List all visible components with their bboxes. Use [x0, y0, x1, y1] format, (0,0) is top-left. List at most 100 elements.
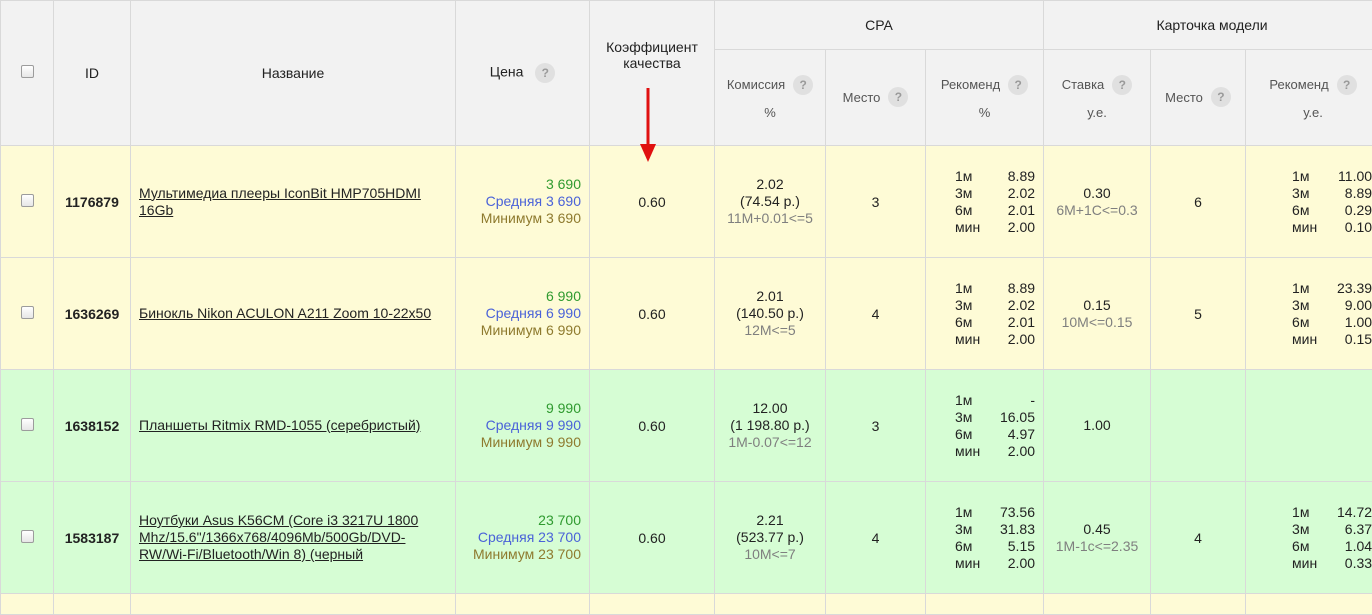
product-name-link[interactable]: Бинокль Nikon ACULON A211 Zoom 10-22x50	[139, 305, 431, 321]
card-recommend-unit: у.е.	[1246, 105, 1372, 120]
rec-period: мин	[955, 331, 991, 348]
col-header-id[interactable]: ID	[54, 1, 131, 146]
product-name-link[interactable]: Ноутбуки Asus K56CM (Core i3 3217U 1800 …	[139, 512, 418, 562]
rec-value: 2.02	[991, 185, 1035, 202]
select-all-checkbox[interactable]	[21, 65, 34, 78]
empty-cell	[131, 594, 456, 615]
rec-line: 6м5.15	[926, 538, 1043, 555]
cpa-place-label[interactable]: Место	[843, 90, 881, 105]
help-icon[interactable]: ?	[535, 63, 555, 83]
rec-line: 1м8.89	[926, 168, 1043, 185]
cpa-recommend-cell: 1м8.893м2.026м2.01мин2.00	[926, 146, 1044, 258]
product-name-link[interactable]: Планшеты Ritmix RMD-1055 (серебристый)	[139, 417, 420, 433]
products-table: ID Название Цена ? Коэффициент качества …	[0, 0, 1372, 615]
cpa-commission-rub: (140.50 р.)	[715, 305, 825, 322]
rec-value: 2.01	[991, 202, 1035, 219]
card-place-label[interactable]: Место	[1165, 90, 1203, 105]
empty-cell	[926, 594, 1044, 615]
price-value: 9 990	[456, 400, 581, 417]
product-name-cell: Бинокль Nikon ACULON A211 Zoom 10-22x50	[131, 258, 456, 370]
rec-value: 5.15	[991, 538, 1035, 555]
col-header-card-place: Место ?	[1151, 49, 1246, 145]
cpa-commission-rub: (1 198.80 р.)	[715, 417, 825, 434]
rec-value: 2.01	[991, 314, 1035, 331]
help-icon[interactable]: ?	[1112, 75, 1132, 95]
card-bid-label[interactable]: Ставка	[1062, 77, 1105, 92]
cpa-recommend-label[interactable]: Рекоменд	[941, 77, 1000, 92]
row-checkbox[interactable]	[21, 306, 34, 319]
help-icon[interactable]: ?	[1337, 75, 1357, 95]
cpa-commission-formula: 11М+0.01<=5	[715, 210, 825, 227]
rec-line: 6м2.01	[926, 314, 1043, 331]
cpa-commission-value: 2.01	[715, 288, 825, 305]
rec-value: 16.05	[991, 409, 1035, 426]
cpa-commission-rub: (523.77 р.)	[715, 529, 825, 546]
rec-line: мин2.00	[926, 555, 1043, 572]
card-bid-unit: у.е.	[1044, 105, 1150, 120]
rec-line: 1м11.00	[1246, 168, 1372, 185]
col-header-name[interactable]: Название	[131, 1, 456, 146]
rec-period: 6м	[955, 538, 991, 555]
product-name-cell: Планшеты Ritmix RMD-1055 (серебристый)	[131, 370, 456, 482]
card-bid-cell: 0.306М+1С<=0.3	[1044, 146, 1151, 258]
rec-value: 8.89	[991, 280, 1035, 297]
col-header-quality-line1[interactable]: Коэффициент	[606, 39, 698, 55]
rec-period: мин	[955, 443, 991, 460]
cpa-commission-value: 2.21	[715, 512, 825, 529]
card-bid-cell: 0.451М-1с<=2.35	[1044, 482, 1151, 594]
rec-period: мин	[955, 555, 991, 572]
row-checkbox[interactable]	[21, 194, 34, 207]
card-bid-value: 0.45	[1044, 521, 1150, 538]
rec-value: 0.33	[1328, 555, 1372, 572]
row-checkbox[interactable]	[21, 530, 34, 543]
rec-line: 1м14.72	[1246, 504, 1372, 521]
rec-period: 6м	[955, 426, 991, 443]
col-header-quality-line2[interactable]: качества	[623, 55, 680, 71]
select-all-cell	[1, 1, 54, 146]
card-recommend-label[interactable]: Рекоменд	[1269, 77, 1328, 92]
rec-period: 1м	[1292, 280, 1328, 297]
help-icon[interactable]: ?	[1008, 75, 1028, 95]
product-name-cell: Ноутбуки Asus K56CM (Core i3 3217U 1800 …	[131, 482, 456, 594]
rec-period: 1м	[1292, 168, 1328, 185]
empty-cell	[1044, 594, 1151, 615]
rec-period: 1м	[955, 168, 991, 185]
rec-line: мин2.00	[926, 443, 1043, 460]
empty-cell	[1246, 594, 1372, 615]
quality-coefficient: 0.60	[590, 370, 715, 482]
col-header-price-label[interactable]: Цена	[490, 64, 524, 80]
cpa-commission-value: 12.00	[715, 400, 825, 417]
price-cell: 9 990Средняя 9 990Минимум 9 990	[456, 370, 590, 482]
help-icon[interactable]: ?	[888, 87, 908, 107]
rec-line: 3м8.89	[1246, 185, 1372, 202]
card-bid-value: 0.30	[1044, 185, 1150, 202]
rec-value: 1.00	[1328, 314, 1372, 331]
rec-value: 14.72	[1328, 504, 1372, 521]
product-name-link[interactable]: Мультимедиа плееры IconBit HMP705HDMI 16…	[139, 185, 421, 218]
card-bid-cell: 1.00	[1044, 370, 1151, 482]
cpa-commission-formula: 12М<=5	[715, 322, 825, 339]
price-cell: 23 700Средняя 23 700Минимум 23 700	[456, 482, 590, 594]
row-checkbox[interactable]	[21, 418, 34, 431]
card-bid-formula: 10М<=0.15	[1044, 314, 1150, 331]
quality-coefficient: 0.60	[590, 258, 715, 370]
rec-line: мин2.00	[926, 331, 1043, 348]
rec-line: 1м8.89	[926, 280, 1043, 297]
quality-coefficient: 0.60	[590, 482, 715, 594]
table-row: 1638152Планшеты Ritmix RMD-1055 (серебри…	[1, 370, 1372, 482]
help-icon[interactable]: ?	[793, 75, 813, 95]
rec-value: 0.10	[1328, 219, 1372, 236]
rec-period: 1м	[1292, 504, 1328, 521]
rec-value: 8.89	[1328, 185, 1372, 202]
price-cell: 3 690Средняя 3 690Минимум 3 690	[456, 146, 590, 258]
card-place: 5	[1151, 258, 1246, 370]
cpa-commission-label[interactable]: Комиссия	[727, 77, 785, 92]
col-header-card-bid: Ставка ? у.е.	[1044, 49, 1151, 145]
rec-value: 6.37	[1328, 521, 1372, 538]
rec-line: 6м4.97	[926, 426, 1043, 443]
help-icon[interactable]: ?	[1211, 87, 1231, 107]
empty-cell	[456, 594, 590, 615]
product-id: 1636269	[54, 258, 131, 370]
price-average: Средняя 3 690	[456, 193, 581, 210]
rec-line: 1м23.39	[1246, 280, 1372, 297]
